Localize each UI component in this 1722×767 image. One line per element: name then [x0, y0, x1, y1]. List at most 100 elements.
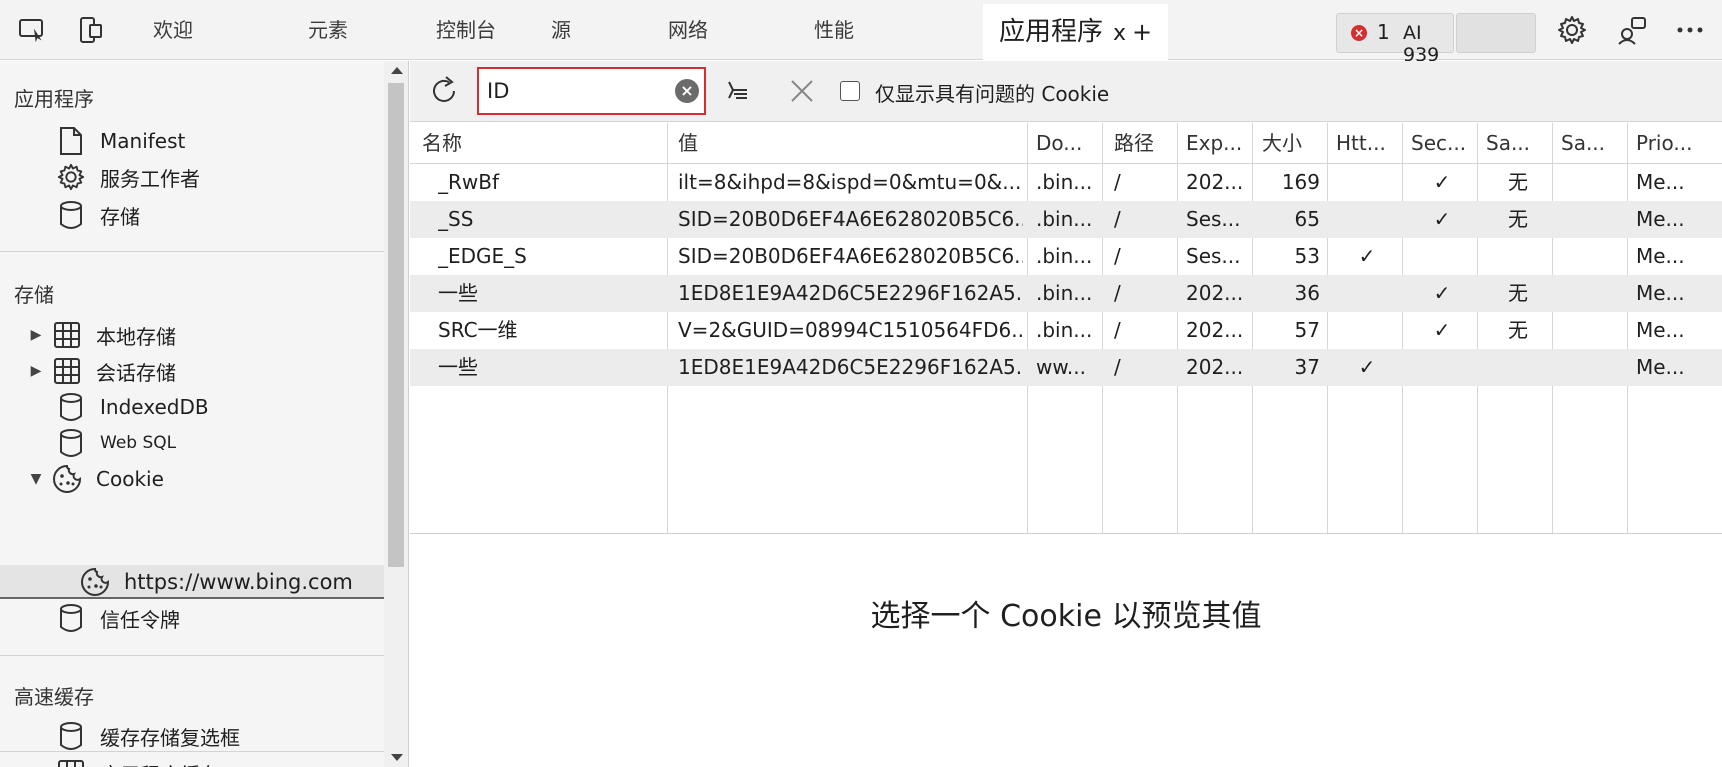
clear-search-icon[interactable]: ×: [675, 79, 699, 103]
feedback-icon[interactable]: [1614, 12, 1650, 48]
inspect-icon[interactable]: [14, 12, 50, 48]
col-header-priority[interactable]: Prio...: [1636, 123, 1720, 163]
table-cell: 无: [1508, 170, 1528, 194]
col-header-samesite[interactable]: Sa...: [1486, 123, 1550, 163]
device-emulation-icon[interactable]: [72, 12, 108, 48]
sidebar-item-cache-storage[interactable]: 缓存存储复选框: [56, 718, 240, 754]
cookies-table: 名称 值 Do... 路径 Exp... 大小 Htt... Sec... Sa…: [410, 123, 1722, 534]
add-tab-icon[interactable]: +: [1132, 18, 1152, 46]
collapse-caret-icon[interactable]: ▼: [28, 471, 44, 487]
table-cell: /: [1114, 170, 1121, 194]
sidebar-item-web-sql[interactable]: Web SQL: [56, 425, 176, 461]
sidebar-item-label: Cookie: [96, 467, 164, 491]
delete-icon[interactable]: [782, 71, 822, 111]
sidebar-item-label: 存储: [100, 204, 140, 229]
application-sidebar: 应用程序 Manifest 服务工作者 存储 存储 ▶ 本地存储 ▶ 会话存储 …: [0, 61, 384, 767]
sidebar-item-application-cache[interactable]: 应用程序缓存: [56, 755, 220, 767]
table-cell: [1411, 349, 1473, 386]
col-header-path[interactable]: 路径: [1114, 123, 1174, 163]
sidebar-item-cookie-origin[interactable]: https://www.bing.com: [80, 564, 353, 600]
table-row[interactable]: _RwBf ilt=8&ihpd=8&ispd=0&mtu=0&... .bin..…: [410, 164, 1722, 201]
table-cell: Me...: [1636, 318, 1685, 342]
tab-application[interactable]: 应用程序 x +: [983, 4, 1169, 60]
table-cell: [1561, 238, 1625, 275]
sidebar-item-local-storage[interactable]: ▶ 本地存储: [28, 317, 176, 353]
table-cell: 202...: [1186, 170, 1244, 194]
sidebar-item-service-workers[interactable]: 服务工作者: [56, 159, 200, 195]
table-cell: _EDGE_S: [438, 244, 527, 268]
table-row[interactable]: _EDGE_S SID=20B0D6EF4A6E628020B5C6... .bin…: [410, 238, 1722, 275]
sidebar-divider: [0, 251, 384, 252]
scroll-up-icon[interactable]: [391, 67, 403, 74]
sidebar-item-storage[interactable]: 存储: [56, 197, 140, 233]
col-header-httponly[interactable]: Htt...: [1336, 123, 1400, 163]
table-cell: .bin...: [1036, 170, 1093, 194]
col-header-secure[interactable]: Sec...: [1411, 123, 1475, 163]
table-cell: [1561, 349, 1625, 386]
gear-icon: [56, 162, 86, 192]
more-icon[interactable]: [1672, 12, 1708, 48]
sidebar-item-cookies[interactable]: ▼ Cookie: [28, 461, 164, 497]
tab-close-icon[interactable]: x: [1113, 21, 1126, 46]
show-issues-label: 仅显示具有问题的 Cookie: [875, 82, 1110, 106]
tab-elements[interactable]: 元素: [308, 0, 348, 60]
clear-filtered-icon[interactable]: [718, 71, 758, 111]
table-cell: 无: [1508, 207, 1528, 231]
table-cell: 202...: [1186, 281, 1244, 305]
table-cell: V=2&GUID=08994C1510564FD6...: [678, 318, 1023, 342]
table-row[interactable]: _SS SID=20B0D6EF4A6E628020B5C6... .bin... /…: [410, 201, 1722, 238]
table-cell: [1561, 275, 1625, 312]
issues-badge[interactable]: × 1 AI 939: [1336, 13, 1454, 66]
database-icon: [56, 603, 86, 633]
table-cell: 37: [1294, 355, 1320, 379]
table-cell: [1486, 238, 1550, 275]
table-cell: ✓: [1433, 170, 1451, 194]
table-cell: /: [1114, 207, 1121, 231]
sidebar-divider: [0, 751, 384, 752]
table-cell: 1ED8E1E9A42D6C5E2296F162A5...: [678, 281, 1023, 305]
sidebar-item-label: 会话存储: [96, 360, 176, 385]
table-cell: 无: [1508, 318, 1528, 342]
sidebar-item-indexeddb[interactable]: IndexedDB: [56, 389, 209, 425]
cookies-toolbar: × 仅显示具有问题的 Cookie: [410, 61, 1722, 122]
table-cell: Ses...: [1186, 244, 1241, 268]
tab-performance[interactable]: 性能: [814, 0, 854, 60]
tab-console[interactable]: 控制台: [436, 0, 496, 60]
sidebar-item-manifest[interactable]: Manifest: [56, 123, 185, 159]
table-cell: Me...: [1636, 170, 1685, 194]
tab-network[interactable]: 网络: [668, 0, 708, 60]
col-header-sameparty[interactable]: Sa...: [1561, 123, 1625, 163]
show-issues-checkbox[interactable]: [840, 81, 860, 101]
table-row[interactable]: 一些 1ED8E1E9A42D6C5E2296F162A5... .bin... / 2…: [410, 275, 1722, 312]
scrollbar-thumb[interactable]: [388, 83, 404, 567]
tab-sources[interactable]: 源: [551, 0, 571, 60]
col-header-expires[interactable]: Exp...: [1186, 123, 1250, 163]
table-row[interactable]: 一些 1ED8E1E9A42D6C5E2296F162A5... ww... / 202…: [410, 349, 1722, 386]
ai-label: AI 939: [1403, 22, 1440, 66]
col-header-value[interactable]: 值: [678, 123, 1023, 163]
settings-icon[interactable]: [1554, 12, 1590, 48]
scroll-down-icon[interactable]: [391, 754, 403, 761]
col-header-size[interactable]: 大小: [1262, 123, 1324, 163]
table-cell: /: [1114, 318, 1121, 342]
table-cell: 169: [1281, 170, 1320, 194]
sidebar-item-label: 信任令牌: [100, 607, 180, 632]
filter-input[interactable]: [487, 77, 667, 105]
sidebar-item-session-storage[interactable]: ▶ 会话存储: [28, 353, 176, 389]
table-cell: 一些: [438, 281, 478, 305]
refresh-icon[interactable]: [424, 71, 464, 111]
sidebar-scrollbar[interactable]: [384, 61, 409, 767]
sidebar-divider: [0, 655, 384, 656]
table-cell: SID=20B0D6EF4A6E628020B5C6...: [678, 244, 1023, 268]
sidebar-item-trust-tokens[interactable]: 信任令牌: [56, 600, 180, 636]
sidebar-item-label: IndexedDB: [100, 395, 209, 419]
file-icon: [56, 126, 86, 156]
col-header-domain[interactable]: Do...: [1036, 123, 1100, 163]
cookie-icon: [52, 464, 82, 494]
table-row[interactable]: SRC一维 V=2&GUID=08994C1510564FD6... .bin...…: [410, 312, 1722, 349]
tab-welcome[interactable]: 欢迎: [153, 0, 193, 60]
expand-caret-icon[interactable]: ▶: [28, 363, 44, 379]
col-header-name[interactable]: 名称: [422, 123, 662, 163]
expand-caret-icon[interactable]: ▶: [28, 327, 44, 343]
empty-badge[interactable]: [1456, 13, 1536, 53]
